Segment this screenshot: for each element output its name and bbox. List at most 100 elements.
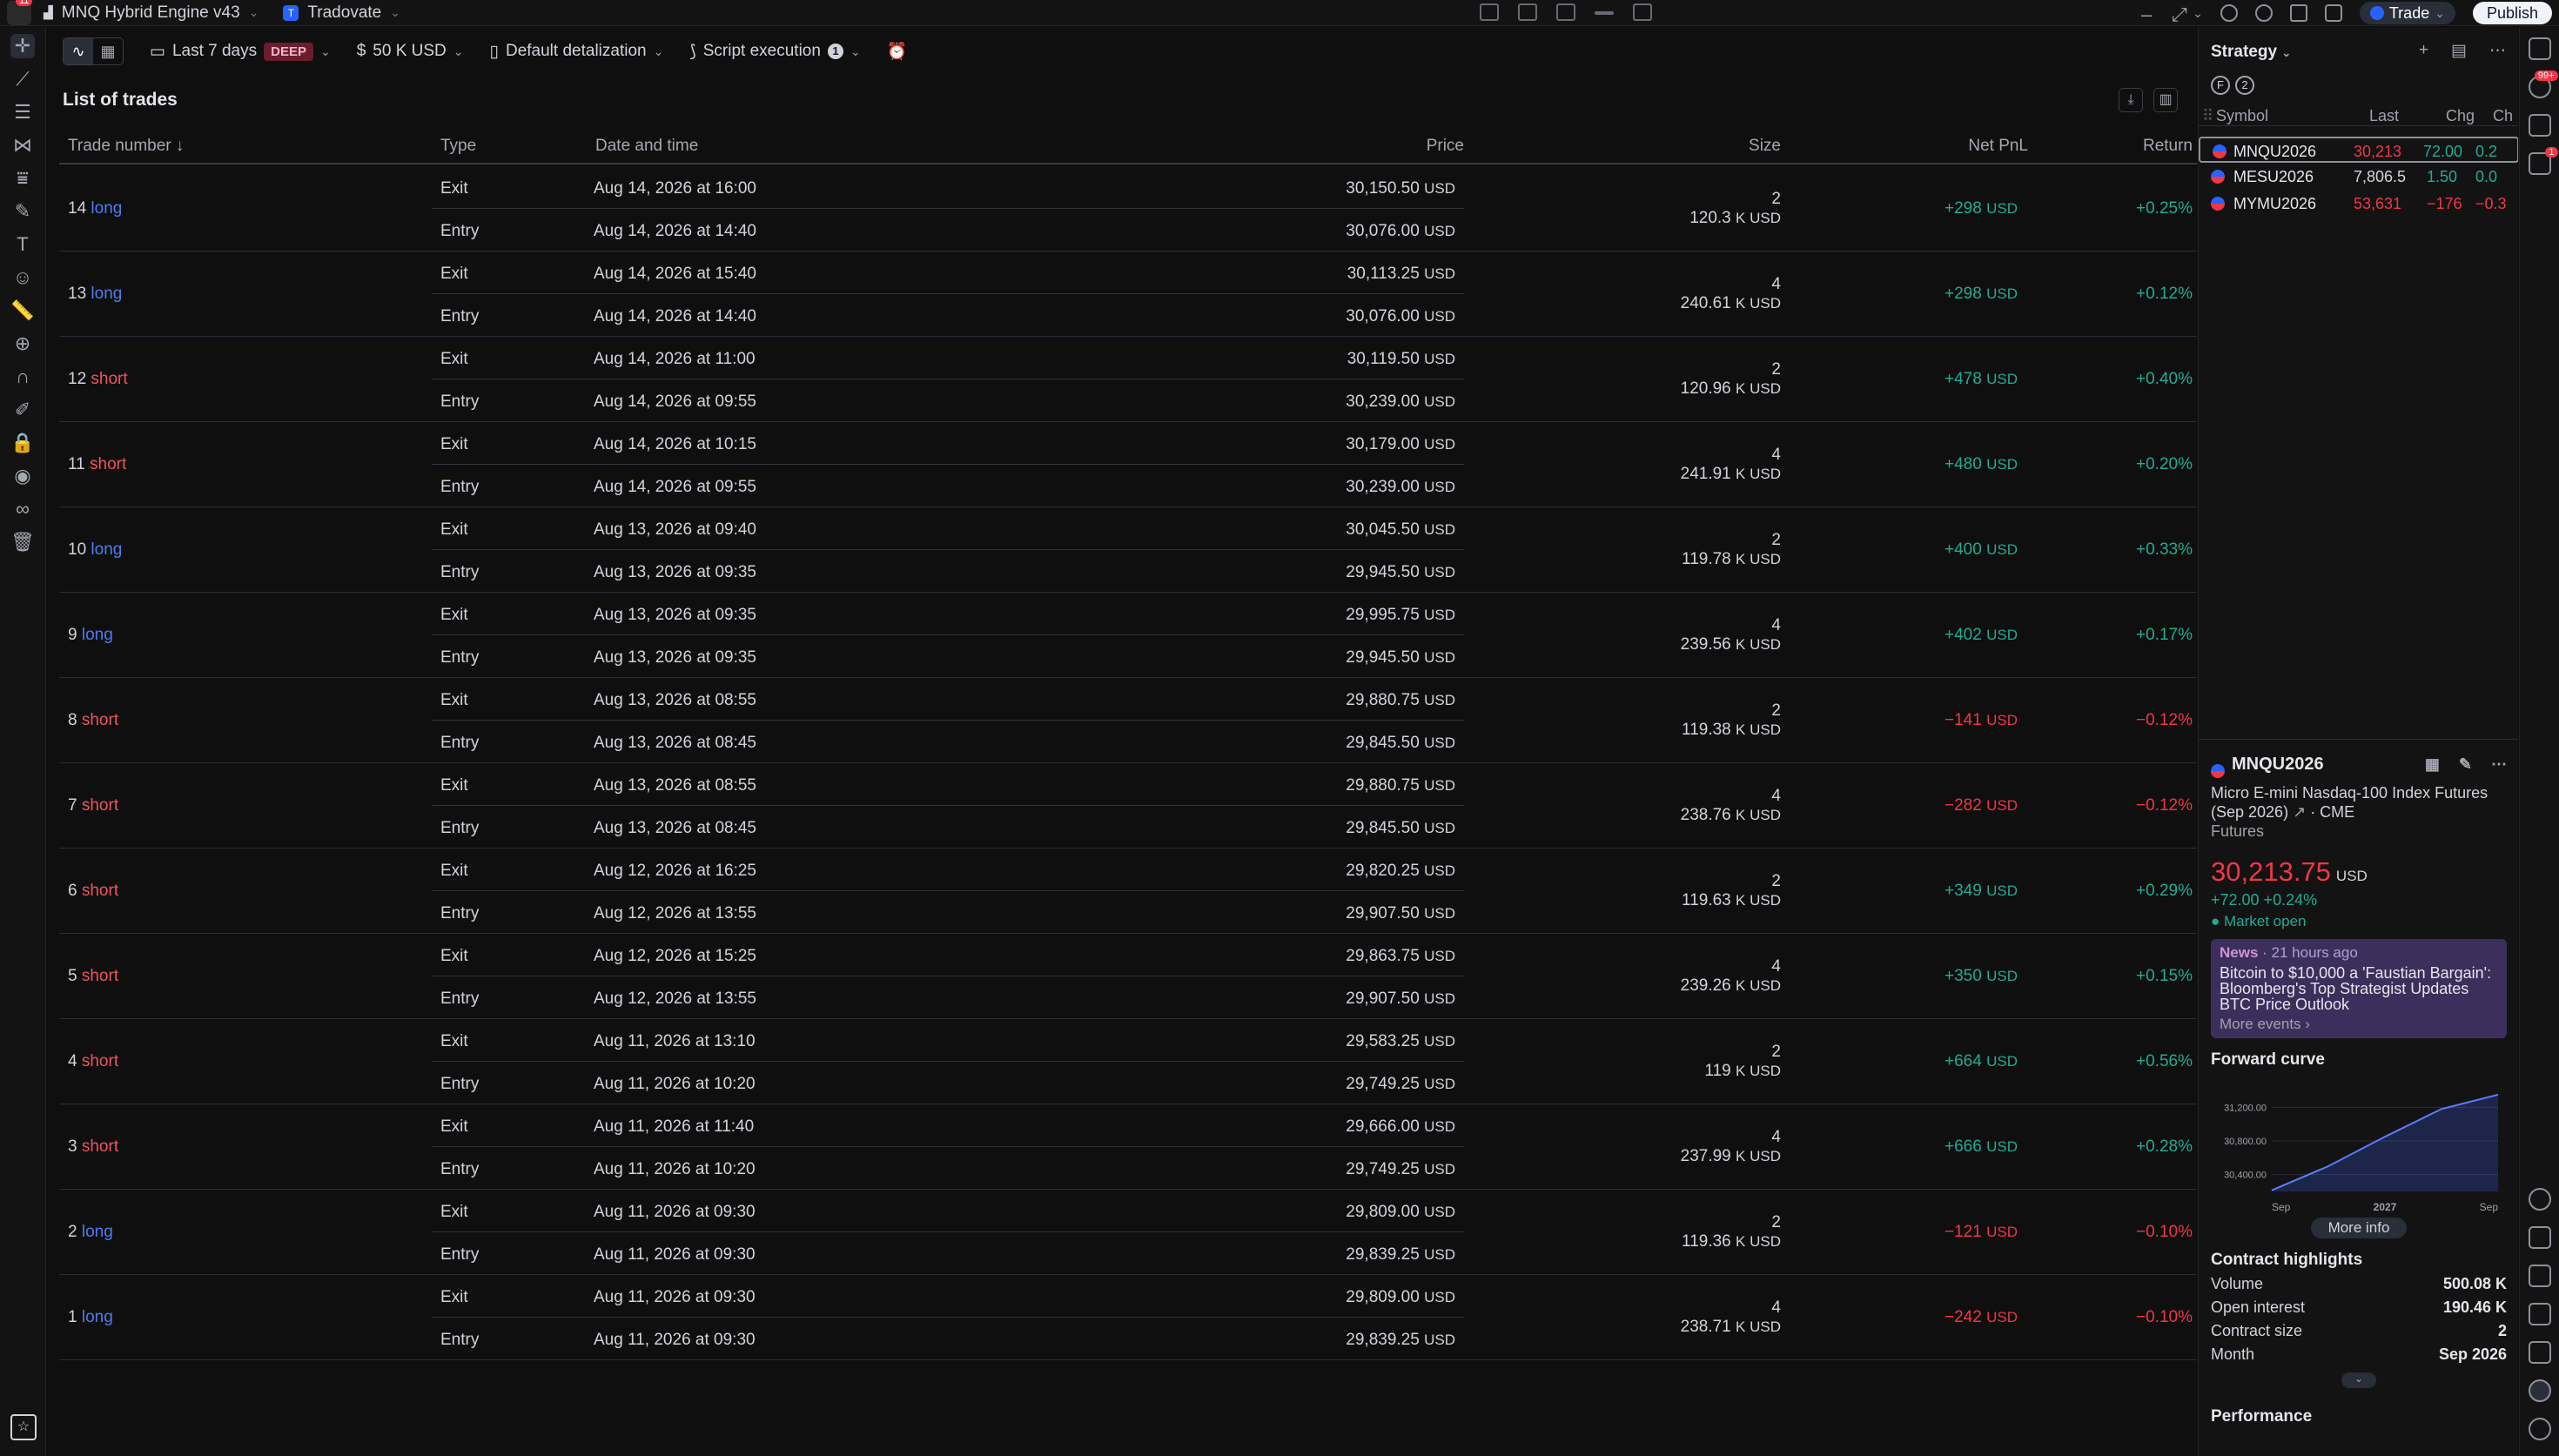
more-info-button[interactable]: More info — [2311, 1218, 2407, 1238]
trade-button[interactable]: Trade ⌄ — [2359, 2, 2455, 24]
exit-row[interactable]: Exit Aug 14, 2026 at 11:00 30,119.50 USD — [432, 337, 1464, 379]
stay-drawing-icon[interactable]: ✐ — [10, 398, 35, 422]
exit-row[interactable]: Exit Aug 11, 2026 at 11:40 29,666.00 USD — [432, 1104, 1464, 1147]
exit-row[interactable]: Exit Aug 13, 2026 at 08:55 29,880.75 USD — [432, 678, 1464, 721]
col-last[interactable]: Last — [2369, 107, 2399, 125]
trade-group[interactable]: 11 short Exit Aug 14, 2026 at 10:15 30,179.… — [59, 422, 2197, 507]
pattern-icon[interactable]: ⋈ — [10, 133, 35, 158]
exit-row[interactable]: Exit Aug 14, 2026 at 10:15 30,179.00 USD — [432, 422, 1464, 465]
fullscreen-icon[interactable] — [2289, 4, 2307, 22]
chevron-down-icon[interactable]: ⌄ — [2193, 6, 2203, 21]
capital-selector[interactable]: $ 50 K USD ⌄ — [357, 42, 464, 61]
exit-row[interactable]: Exit Aug 14, 2026 at 15:40 30,113.25 USD — [432, 252, 1464, 294]
minimize-icon[interactable]: – — [2141, 3, 2152, 26]
col-type[interactable]: Type — [440, 137, 476, 156]
watchlist-row[interactable]: MNQU2026 30,213 72.00 0.2 — [2199, 137, 2518, 163]
add-symbol-icon[interactable]: + — [2419, 41, 2428, 61]
col-net-pnl[interactable]: Net PnL — [1968, 137, 2028, 156]
entry-row[interactable]: Entry Aug 13, 2026 at 09:35 29,945.50 USD — [432, 550, 1464, 593]
alert-icon[interactable]: ⏰ — [887, 41, 908, 62]
help-icon[interactable] — [2529, 1418, 2551, 1440]
bell-icon[interactable] — [2529, 1341, 2551, 1364]
advanced-view-icon[interactable]: ▤ — [2451, 41, 2467, 61]
pen-icon[interactable] — [1633, 3, 1652, 21]
exit-row[interactable]: Exit Aug 13, 2026 at 08:55 29,880.75 USD — [432, 763, 1464, 806]
eye-icon[interactable]: ◉ — [10, 464, 35, 488]
more-events-link[interactable]: More events › — [2220, 1016, 2498, 1033]
entry-row[interactable]: Entry Aug 14, 2026 at 09:55 30,239.00 USD — [432, 465, 1464, 507]
calendar-icon[interactable] — [2529, 1265, 2551, 1287]
col-price[interactable]: Price — [1427, 137, 1464, 156]
news-headline[interactable]: Bitcoin to $10,000 a 'Faustian Bargain':… — [2220, 965, 2498, 1012]
external-link-icon[interactable]: ↗ — [2293, 803, 2306, 821]
publish-button[interactable]: Publish — [2472, 2, 2552, 24]
period-selector[interactable]: ▭ Last 7 days DEEP ⌄ — [150, 42, 331, 62]
col-chp[interactable]: Ch — [2493, 107, 2513, 125]
link-icon[interactable]: ∞ — [10, 497, 35, 521]
text-icon[interactable]: T — [10, 232, 35, 257]
align-left-icon[interactable] — [1480, 3, 1499, 21]
entry-row[interactable]: Entry Aug 14, 2026 at 09:55 30,239.00 USD — [432, 379, 1464, 422]
download-icon[interactable]: ⤓ — [2119, 88, 2143, 112]
flag-filter-badge[interactable]: F — [2211, 76, 2230, 95]
entry-row[interactable]: Entry Aug 13, 2026 at 08:45 29,845.50 USD — [432, 806, 1464, 849]
exit-row[interactable]: Exit Aug 13, 2026 at 09:35 29,995.75 USD — [432, 593, 1464, 635]
trade-group[interactable]: 1 long Exit Aug 11, 2026 at 09:30 29,809.00… — [59, 1275, 2197, 1360]
tab-broker[interactable]: T Tradovate ⌄ — [271, 0, 413, 26]
lock-icon[interactable]: 🔒 — [10, 431, 35, 455]
entry-row[interactable]: Entry Aug 13, 2026 at 08:45 29,845.50 USD — [432, 721, 1464, 763]
exit-row[interactable]: Exit Aug 12, 2026 at 15:25 29,863.75 USD — [432, 934, 1464, 976]
trade-group[interactable]: 3 short Exit Aug 11, 2026 at 11:40 29,666.0… — [59, 1104, 2197, 1190]
entry-row[interactable]: Entry Aug 14, 2026 at 14:40 30,076.00 USD — [432, 209, 1464, 252]
chart-view-icon[interactable]: ∿ — [64, 38, 93, 64]
trade-group[interactable]: 14 long Exit Aug 14, 2026 at 16:00 30,150.5… — [59, 166, 2197, 252]
settings-icon[interactable] — [2254, 4, 2273, 22]
trade-group[interactable]: 12 short Exit Aug 14, 2026 at 11:00 30,119.… — [59, 337, 2197, 422]
camera-icon[interactable] — [2324, 4, 2342, 22]
trade-group[interactable]: 6 short Exit Aug 12, 2026 at 16:25 29,820.2… — [59, 849, 2197, 934]
edit-icon[interactable]: ✎ — [2459, 755, 2472, 774]
prediction-icon[interactable]: ⩸ — [10, 166, 35, 191]
trade-group[interactable]: 13 long Exit Aug 14, 2026 at 15:40 30,113.2… — [59, 252, 2197, 337]
alerts-icon[interactable]: 99+ — [2528, 70, 2558, 98]
trade-group[interactable]: 2 long Exit Aug 11, 2026 at 09:30 29,809.00… — [59, 1190, 2197, 1275]
trash-icon[interactable]: 🗑 — [10, 530, 35, 554]
watchlist-icon[interactable] — [2528, 37, 2551, 60]
ideas-icon[interactable] — [2529, 1226, 2551, 1249]
fib-icon[interactable]: ☰ — [10, 100, 35, 124]
brush-icon[interactable]: ✎ — [10, 199, 35, 224]
exit-row[interactable]: Exit Aug 11, 2026 at 09:30 29,809.00 USD — [432, 1190, 1464, 1232]
col-size[interactable]: Size — [1749, 137, 1781, 156]
news-card[interactable]: News · 21 hours ago Bitcoin to $10,000 a… — [2211, 939, 2507, 1038]
watchlist-title[interactable]: Strategy ⌄ — [2211, 43, 2291, 62]
col-date-time[interactable]: Date and time — [595, 137, 698, 156]
trade-group[interactable]: 5 short Exit Aug 12, 2026 at 15:25 29,863.7… — [59, 934, 2197, 1019]
entry-row[interactable]: Entry Aug 12, 2026 at 13:55 29,907.50 USD — [432, 891, 1464, 934]
target-icon[interactable] — [2529, 1188, 2551, 1211]
entry-row[interactable]: Entry Aug 11, 2026 at 10:20 29,749.25 USD — [432, 1062, 1464, 1104]
script-execution-selector[interactable]: ⟆ Script execution 1 ⌄ — [689, 42, 860, 62]
ruler-icon[interactable]: 📏 — [10, 299, 35, 323]
exit-row[interactable]: Exit Aug 11, 2026 at 13:10 29,583.25 USD — [432, 1019, 1464, 1062]
trend-line-icon[interactable]: ⟋ — [10, 67, 35, 91]
entry-row[interactable]: Entry Aug 14, 2026 at 14:40 30,076.00 USD — [432, 294, 1464, 337]
align-center-icon[interactable] — [1518, 3, 1537, 21]
exit-row[interactable]: Exit Aug 14, 2026 at 16:00 30,150.50 USD — [432, 166, 1464, 209]
symbol-name[interactable]: MNQU2026 — [2232, 755, 2324, 775]
signal-icon[interactable] — [2529, 1303, 2551, 1325]
tab-strategy[interactable]: ▟ MNQ Hybrid Engine v43 ⌄ — [31, 0, 271, 26]
watchlist-row[interactable]: MYMU2026 53,631 −176 −0.3 — [2199, 191, 2518, 217]
entry-row[interactable]: Entry Aug 11, 2026 at 10:20 29,749.25 USD — [432, 1147, 1464, 1190]
col-chg[interactable]: Chg — [2446, 107, 2475, 125]
entry-row[interactable]: Entry Aug 11, 2026 at 09:30 29,839.25 USD — [432, 1232, 1464, 1275]
zoom-icon[interactable]: ⊕ — [10, 332, 35, 356]
chat-icon[interactable]: 1 — [2528, 147, 2558, 175]
more-icon[interactable]: ⋯ — [2489, 41, 2506, 61]
crosshair-icon[interactable]: ✛ — [10, 34, 35, 58]
collapse-icon[interactable]: ⌄ — [2341, 1372, 2376, 1388]
trade-group[interactable]: 9 long Exit Aug 13, 2026 at 09:35 29,995.75… — [59, 593, 2197, 678]
columns-icon[interactable]: ▥ — [2153, 88, 2178, 112]
line-icon[interactable] — [1595, 11, 1614, 15]
favorites-icon[interactable]: ☆ — [10, 1414, 37, 1440]
magnet-icon[interactable]: ∩ — [10, 365, 35, 389]
